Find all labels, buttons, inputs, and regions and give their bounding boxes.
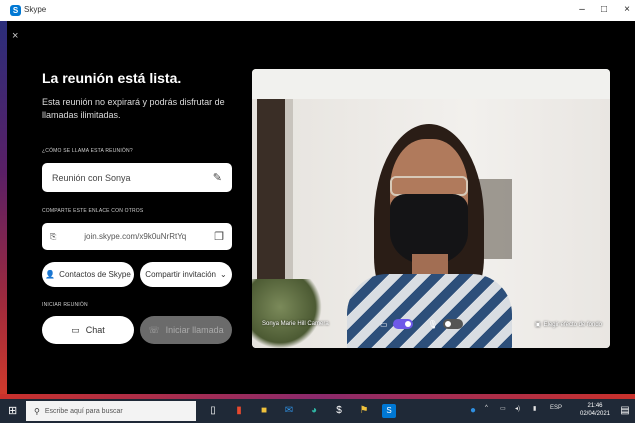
notifications-icon[interactable]: ▤	[618, 404, 632, 418]
video-plant	[252, 279, 322, 348]
share-invite-button[interactable]: Compartir invitación ⌄	[140, 262, 232, 287]
window-title: Skype	[24, 5, 47, 14]
start-call-button[interactable]: ☏ Iniciar llamada	[140, 316, 232, 344]
video-doorframe	[285, 99, 293, 289]
skype-taskbar-icon[interactable]: S	[382, 404, 396, 418]
close-window-button[interactable]: ×	[617, 3, 635, 17]
meeting-name-value: Reunión con Sonya	[52, 172, 131, 183]
mic-off-icon: 🎙	[427, 319, 438, 329]
skype-contacts-label: Contactos de Skype	[59, 270, 131, 279]
taskbar-clock[interactable]: 21:46 02/04/2021	[578, 402, 612, 418]
volume-icon[interactable]: ◂)	[515, 405, 520, 412]
start-call-label: Iniciar llamada	[165, 325, 224, 335]
meeting-name-field[interactable]: Reunión con Sonya ✎	[42, 163, 232, 192]
minimize-button[interactable]: –	[572, 3, 592, 17]
person-glasses	[390, 176, 468, 196]
background-effect-button[interactable]: ▣ Elegir efecto de fondo	[534, 321, 602, 329]
camera-toggle[interactable]	[392, 319, 413, 329]
share-invite-label: Compartir invitación	[145, 270, 216, 279]
mic-toggle[interactable]	[442, 319, 463, 329]
edge-icon[interactable]: ◕	[307, 404, 321, 418]
pencil-icon[interactable]: ✎	[213, 171, 222, 184]
skype-contacts-button[interactable]: 👤 Contactos de Skype	[42, 262, 134, 287]
chat-button[interactable]: ▭ Chat	[42, 316, 134, 344]
start-meeting-label: INICIAR REUNIÓN	[42, 302, 88, 308]
background-effect-icon: ▣	[534, 322, 541, 328]
dollar-app-icon[interactable]: $	[332, 404, 346, 418]
person-shirt	[347, 274, 512, 348]
maximize-button[interactable]: □	[594, 3, 614, 17]
background-effect-label: Elegir efecto de fondo	[543, 321, 602, 328]
camera-icon: ▭	[380, 319, 388, 329]
window-titlebar: S Skype – □ ×	[0, 0, 635, 21]
windows-start-icon[interactable]: ⊞	[8, 404, 17, 417]
store-icon[interactable]: ⚑	[357, 404, 371, 418]
tray-chevron-icon[interactable]: ^	[485, 405, 488, 411]
video-controls: ▭ 🎙	[380, 319, 463, 329]
language-indicator[interactable]: ESP	[550, 405, 562, 411]
phone-icon: ☏	[148, 324, 160, 335]
chevron-down-icon: ⌄	[220, 270, 227, 279]
windows-taskbar: ⊞ ⚲ Escribe aquí para buscar ▯ ▮ ■ ✉ ◕ $…	[0, 399, 635, 423]
meeting-link-value: join.skype.com/x9k0uNrRtYq	[84, 232, 187, 241]
video-ceiling	[252, 69, 610, 99]
copy-icon[interactable]: ❐	[214, 230, 224, 243]
left-accent-stripe	[0, 21, 7, 399]
skype-logo-icon: S	[10, 5, 21, 16]
task-view-icon[interactable]: ▯	[206, 404, 220, 418]
video-name-overlay: Sonya Marie Hill Camera	[262, 321, 329, 327]
search-icon: ⚲	[34, 406, 40, 416]
battery-icon[interactable]: ▮	[533, 405, 536, 412]
clock-time: 21:46	[587, 403, 603, 409]
office-icon[interactable]: ▮	[232, 404, 246, 418]
people-icon[interactable]: ●	[466, 404, 480, 418]
meeting-name-label: ¿CÓMO SE LLAMA ESTA REUNIÓN?	[42, 148, 133, 154]
share-link-label: COMPARTE ESTE ENLACE CON OTROS	[42, 208, 144, 214]
chat-icon: ▭	[71, 324, 80, 335]
chat-label: Chat	[85, 325, 105, 335]
network-icon[interactable]: ▭	[500, 405, 506, 412]
video-preview: Sonya Marie Hill Camera ▭ 🎙 ▣ Elegir efe…	[252, 69, 610, 348]
clock-date: 02/04/2021	[579, 411, 611, 417]
person-add-icon: 👤	[45, 270, 56, 279]
taskbar-search[interactable]: ⚲ Escribe aquí para buscar	[26, 401, 196, 421]
close-panel-icon[interactable]: ×	[12, 30, 18, 42]
taskbar-search-placeholder: Escribe aquí para buscar	[44, 407, 123, 415]
meeting-description: Esta reunión no expirará y podrás disfru…	[42, 97, 225, 120]
file-explorer-icon[interactable]: ■	[257, 404, 271, 418]
video-door	[257, 99, 285, 289]
meeting-link-field[interactable]: ⎘ join.skype.com/x9k0uNrRtYq ❐	[42, 223, 232, 250]
meeting-ready-heading: La reunión está lista.	[42, 70, 182, 86]
mail-icon[interactable]: ✉	[282, 404, 296, 418]
